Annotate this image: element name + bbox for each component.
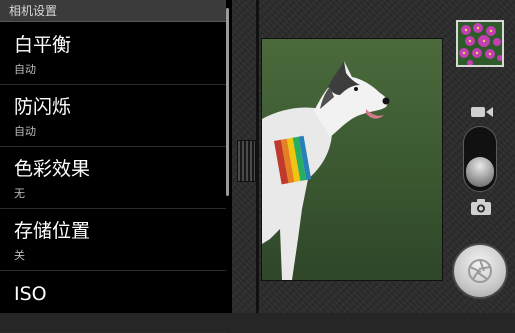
setting-title: ISO bbox=[14, 283, 47, 305]
drawer-handle[interactable] bbox=[234, 0, 259, 313]
drawer-grip-icon[interactable] bbox=[237, 140, 256, 182]
setting-summary: 自动 bbox=[14, 125, 36, 138]
camera-mode-switch[interactable] bbox=[463, 126, 497, 192]
settings-scrollbar[interactable] bbox=[226, 8, 229, 196]
mode-switch-knob[interactable] bbox=[466, 157, 494, 187]
setting-color-effect[interactable]: 色彩效果 无 bbox=[0, 147, 226, 209]
setting-anti-flicker[interactable]: 防闪烁 自动 bbox=[0, 85, 226, 147]
setting-title: 白平衡 bbox=[14, 34, 72, 56]
setting-title: 存储位置 bbox=[14, 220, 91, 242]
settings-header: 相机设置 bbox=[0, 0, 226, 22]
setting-summary: 自动 bbox=[14, 63, 36, 76]
camera-icon[interactable] bbox=[470, 198, 492, 216]
last-photo-thumbnail[interactable] bbox=[456, 20, 504, 67]
camera-app: 相机设置 白平衡 自动 防闪烁 自动 色彩效果 无 存储位置 关 ISO bbox=[0, 0, 515, 333]
aperture-icon bbox=[468, 259, 492, 283]
shutter-button[interactable] bbox=[452, 243, 508, 299]
camera-settings-panel: 相机设置 白平衡 自动 防闪烁 自动 色彩效果 无 存储位置 关 ISO bbox=[0, 0, 232, 333]
setting-title: 色彩效果 bbox=[14, 158, 91, 180]
video-camera-icon[interactable] bbox=[470, 104, 494, 120]
flowers-image bbox=[458, 22, 502, 65]
setting-summary: 无 bbox=[14, 187, 25, 200]
setting-storage-location[interactable]: 存储位置 关 bbox=[0, 209, 226, 271]
setting-title: 防闪烁 bbox=[14, 96, 72, 118]
settings-list: 白平衡 自动 防闪烁 自动 色彩效果 无 存储位置 关 ISO bbox=[0, 23, 226, 333]
preview-image bbox=[262, 39, 442, 280]
camera-preview[interactable] bbox=[262, 39, 442, 280]
drawer-rail bbox=[256, 0, 259, 313]
setting-iso[interactable]: ISO bbox=[0, 271, 226, 333]
setting-white-balance[interactable]: 白平衡 自动 bbox=[0, 23, 226, 85]
setting-summary: 关 bbox=[14, 249, 25, 262]
